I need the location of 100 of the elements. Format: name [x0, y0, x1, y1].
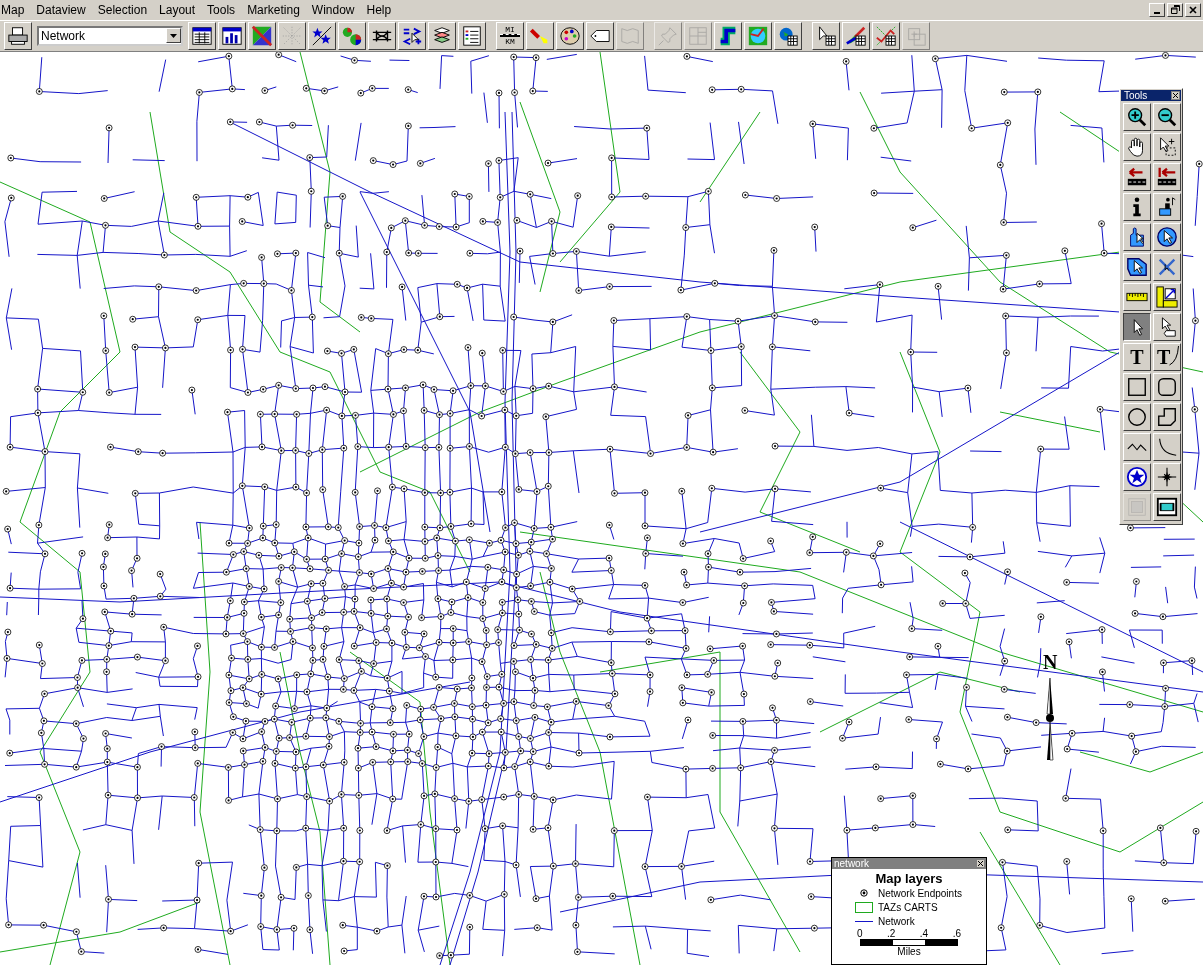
compass-rose-icon — [1156, 466, 1178, 488]
arrow-left-road-icon — [1126, 166, 1148, 188]
legend-list-icon — [461, 24, 483, 47]
pointing-hand-tool[interactable] — [1123, 223, 1151, 251]
rounded-square-icon — [1156, 376, 1178, 398]
square-icon — [1126, 376, 1148, 398]
zigzag-line-tool[interactable] — [1123, 433, 1151, 461]
scale-tick-label: .6 — [952, 929, 961, 939]
flashlight-button[interactable] — [526, 21, 554, 50]
grid-layout-icon — [687, 24, 709, 47]
close-button[interactable] — [1171, 91, 1180, 100]
bar-chart-window-button[interactable] — [218, 21, 246, 50]
info-note-tool[interactable] — [1153, 193, 1181, 221]
line-chart-table-icon — [875, 24, 897, 47]
tag-button[interactable] — [586, 21, 614, 50]
legend-list-button[interactable] — [458, 21, 486, 50]
pen-table-button[interactable] — [842, 21, 870, 50]
curved-text-tool[interactable]: T — [1153, 343, 1181, 371]
layers-button[interactable] — [428, 21, 456, 50]
slide-icon — [1156, 496, 1178, 518]
palette-icon — [559, 24, 581, 47]
pointer-tag-tool[interactable] — [1153, 313, 1181, 341]
compass-rose-tool[interactable] — [1153, 463, 1181, 491]
layer-dropdown[interactable]: Network — [37, 25, 183, 46]
caret-icon — [170, 33, 177, 38]
s-shape-button[interactable] — [714, 21, 742, 50]
bar-chart-window-icon — [221, 24, 243, 47]
polygon-pointer-icon — [1126, 256, 1148, 278]
bridge-button[interactable] — [368, 21, 396, 50]
text-tool[interactable]: T — [1123, 343, 1151, 371]
polygon-pointer-tool[interactable] — [1123, 253, 1151, 281]
line-symbol-icon — [855, 919, 873, 923]
arc-tool[interactable] — [1153, 433, 1181, 461]
zoom-out-tool[interactable] — [1153, 103, 1181, 131]
arc-icon — [1156, 436, 1178, 458]
circle-tool[interactable] — [1123, 403, 1151, 431]
ruler-resize-tool[interactable] — [1153, 283, 1181, 311]
pen-table-icon — [845, 24, 867, 47]
slide-tool[interactable] — [1153, 493, 1181, 521]
colored-map-button[interactable] — [744, 21, 772, 50]
globe-table-button[interactable] — [774, 21, 802, 50]
menu-item[interactable]: Tools — [207, 2, 242, 17]
minimize-icon — [1154, 11, 1160, 14]
menu-item[interactable]: Dataview — [36, 2, 92, 17]
ruler-resize-icon — [1156, 286, 1178, 308]
dot-pattern-button[interactable] — [278, 21, 306, 50]
zone-symbol-icon — [855, 901, 873, 913]
scale-tick-label: .4 — [919, 929, 929, 939]
endpoint-symbol-icon — [860, 889, 868, 897]
pointer-tool[interactable] — [1123, 313, 1151, 341]
menu-item[interactable]: Marketing — [247, 2, 306, 17]
menu-item[interactable]: Window — [311, 2, 361, 17]
arrows-pointer-button[interactable] — [398, 21, 426, 50]
pie-charts-button[interactable] — [338, 21, 366, 50]
stars-icon — [311, 24, 333, 47]
menu-item[interactable]: Layout — [159, 2, 202, 17]
line-chart-table-button[interactable] — [872, 21, 900, 50]
polygon-tool[interactable] — [1153, 403, 1181, 431]
info-tool[interactable] — [1123, 193, 1151, 221]
close-button[interactable] — [976, 859, 985, 868]
stars-button[interactable] — [308, 21, 336, 50]
arrow-bar-road-icon — [1156, 166, 1178, 188]
color-triangles-button[interactable] — [248, 21, 276, 50]
zoom-in-icon — [1126, 106, 1148, 128]
minimize-button[interactable] — [1149, 2, 1165, 17]
menu-item[interactable]: Map — [0, 2, 31, 17]
pointer-table-button[interactable] — [812, 21, 840, 50]
close-icon — [1172, 92, 1179, 99]
rounded-square-tool[interactable] — [1153, 373, 1181, 401]
circle-icon — [1126, 406, 1148, 428]
colored-map-icon — [747, 24, 769, 47]
color-triangles-icon — [251, 24, 273, 47]
circle-pointer-tool[interactable] — [1153, 223, 1181, 251]
hand-tool[interactable] — [1123, 133, 1151, 161]
polygon-icon — [1156, 406, 1178, 428]
star-circle-icon — [1126, 466, 1148, 488]
frame-icon — [1126, 496, 1148, 518]
zoom-out-icon — [1156, 106, 1178, 128]
legend-title: Map layers — [874, 871, 944, 886]
square-tool[interactable] — [1123, 373, 1151, 401]
ruler-tool[interactable] — [1123, 283, 1151, 311]
scale-unit: Miles — [897, 946, 921, 958]
star-circle-tool[interactable] — [1123, 463, 1151, 491]
restore-button[interactable] — [1167, 2, 1183, 17]
table-window-button[interactable] — [188, 21, 216, 50]
scale-tick-label: 0 — [857, 929, 863, 939]
info-note-icon — [1156, 196, 1178, 218]
menu-item[interactable]: Selection — [97, 2, 154, 17]
close-icon — [1189, 5, 1197, 14]
arrow-bar-road-tool[interactable] — [1153, 163, 1181, 191]
cross-tool[interactable] — [1153, 253, 1181, 281]
legend-label: TAZs CARTS — [878, 901, 938, 913]
zoom-in-tool[interactable] — [1123, 103, 1151, 131]
menu-item[interactable]: Help — [366, 2, 398, 17]
area-select-pointer-tool[interactable] — [1153, 133, 1181, 161]
palette-button[interactable] — [556, 21, 584, 50]
cross-icon — [1156, 256, 1178, 278]
legend-label: Network Endpoints — [878, 887, 962, 899]
print-button[interactable] — [4, 21, 32, 50]
arrow-left-road-tool[interactable] — [1123, 163, 1151, 191]
